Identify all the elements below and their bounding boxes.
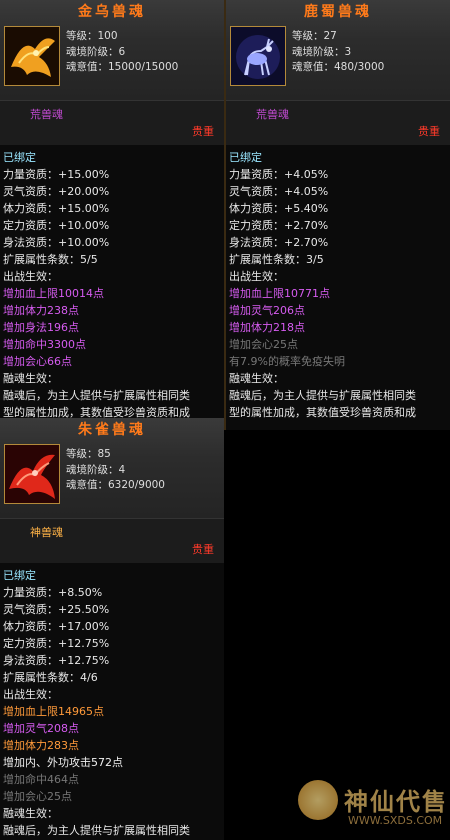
battle-effect: 增加灵气206点 <box>229 304 305 317</box>
beast-soul-card-lushu: 鹿蜀兽魂 等级：27 魂境阶级：3 魂意值：480/3000 荒兽魂 贵重 已绑… <box>226 0 450 430</box>
vermilion-bird-icon[interactable] <box>4 444 60 504</box>
realm-text: 魂境阶级：4 <box>66 463 126 476</box>
attr-agility: 身法资质：+2.70% <box>229 236 329 249</box>
spirit-deer-icon[interactable] <box>230 26 286 86</box>
attr-agility: 身法资质：+12.75% <box>3 654 110 667</box>
attr-strength: 力量资质：+15.00% <box>3 168 110 181</box>
card-body: 已绑定 力量资质：+15.00% 灵气资质：+20.00% 体力资质：+15.0… <box>0 145 224 421</box>
card-title: 朱雀兽魂 <box>78 422 146 438</box>
attr-spirit: 灵气资质：+4.05% <box>229 185 329 198</box>
golden-bird-icon[interactable] <box>4 26 60 86</box>
card-type-band: 荒兽魂 贵重 <box>0 100 224 145</box>
soul-type-label: 荒兽魂 <box>30 108 63 121</box>
mascot-logo-icon <box>298 780 338 820</box>
battle-effect: 增加会心25点 <box>3 790 72 803</box>
battle-effect: 增加会心66点 <box>3 355 72 368</box>
attr-strength: 力量资质：+4.05% <box>229 168 329 181</box>
card-type-band: 荒兽魂 贵重 <box>226 100 450 145</box>
battle-effect: 增加命中464点 <box>3 773 79 786</box>
soul-value-text: 魂意值：6320/9000 <box>66 479 165 491</box>
battle-effect: 增加体力238点 <box>3 304 79 317</box>
attr-focus: 定力资质：+2.70% <box>229 219 329 232</box>
bound-status: 已绑定 <box>229 151 262 164</box>
ext-attr-count: 扩展属性条数：4/6 <box>3 671 98 684</box>
watermark-name: 神仙代售 <box>344 787 448 816</box>
card-header: 鹿蜀兽魂 等级：27 魂境阶级：3 魂意值：480/3000 <box>226 0 450 100</box>
merge-desc: 融魂后，为主人提供与扩展属性相同类 <box>3 389 190 402</box>
battle-effect: 增加命中3300点 <box>3 338 86 351</box>
beast-soul-card-jinwu: 金乌兽魂 等级：100 魂境阶级：6 魂意值：15000/15000 荒兽魂 贵… <box>0 0 224 430</box>
card-title: 金乌兽魂 <box>78 4 146 20</box>
merge-desc: 融魂后，为主人提供与扩展属性相同类 <box>229 389 416 402</box>
rarity-label: 贵重 <box>192 543 214 556</box>
card-title: 鹿蜀兽魂 <box>304 4 372 20</box>
attr-strength: 力量资质：+8.50% <box>3 586 103 599</box>
merge-desc: 型的属性加成，其数值受珍兽资质和成 <box>229 406 416 419</box>
realm-text: 魂境阶级：6 <box>66 45 126 58</box>
battle-effect: 增加血上限10014点 <box>3 287 104 300</box>
battle-effect: 增加体力218点 <box>229 321 305 334</box>
rarity-label: 贵重 <box>418 125 440 138</box>
soul-type-label: 神兽魂 <box>30 526 63 539</box>
battle-label: 出战生效： <box>3 270 58 283</box>
beast-soul-card-zhuque: 朱雀兽魂 等级：85 魂境阶级：4 魂意值：6320/9000 神兽魂 贵重 已… <box>0 418 224 840</box>
level-text: 等级：100 <box>66 30 118 42</box>
attr-stamina: 体力资质：+15.00% <box>3 202 110 215</box>
battle-effect: 增加身法196点 <box>3 321 79 334</box>
level-text: 等级：85 <box>66 448 111 460</box>
watermark-url: WWW.SXDS.COM <box>348 814 443 827</box>
realm-text: 魂境阶级：3 <box>292 45 352 58</box>
merge-label: 融魂生效： <box>229 372 284 385</box>
bound-status: 已绑定 <box>3 569 36 582</box>
merge-desc: 融魂后，为主人提供与扩展属性相同类 <box>3 824 190 837</box>
attr-focus: 定力资质：+12.75% <box>3 637 110 650</box>
soul-type-label: 荒兽魂 <box>256 108 289 121</box>
attr-stamina: 体力资质：+17.00% <box>3 620 110 633</box>
attr-stamina: 体力资质：+5.40% <box>229 202 329 215</box>
level-text: 等级：27 <box>292 30 337 42</box>
soul-value-text: 魂意值：15000/15000 <box>66 61 179 73</box>
merge-label: 融魂生效： <box>3 807 58 820</box>
card-type-band: 神兽魂 贵重 <box>0 518 224 563</box>
card-body: 已绑定 力量资质：+8.50% 灵气资质：+25.50% 体力资质：+17.00… <box>0 563 224 839</box>
bound-status: 已绑定 <box>3 151 36 164</box>
battle-label: 出战生效： <box>229 270 284 283</box>
attr-spirit: 灵气资质：+20.00% <box>3 185 110 198</box>
attr-spirit: 灵气资质：+25.50% <box>3 603 110 616</box>
battle-effect: 增加体力283点 <box>3 739 79 752</box>
battle-effect: 增加会心25点 <box>229 338 298 351</box>
battle-effect: 增加内、外功攻击572点 <box>3 756 123 769</box>
ext-attr-count: 扩展属性条数：5/5 <box>3 253 98 266</box>
card-body: 已绑定 力量资质：+4.05% 灵气资质：+4.05% 体力资质：+5.40% … <box>226 145 450 421</box>
battle-label: 出战生效： <box>3 688 58 701</box>
battle-effect: 增加灵气208点 <box>3 722 79 735</box>
attr-agility: 身法资质：+10.00% <box>3 236 110 249</box>
battle-effect: 有7.9%的概率免疫失明 <box>229 355 345 368</box>
card-header: 朱雀兽魂 等级：85 魂境阶级：4 魂意值：6320/9000 <box>0 418 224 518</box>
battle-effect: 增加血上限14965点 <box>3 705 104 718</box>
merge-label: 融魂生效： <box>3 372 58 385</box>
ext-attr-count: 扩展属性条数：3/5 <box>229 253 324 266</box>
card-header: 金乌兽魂 等级：100 魂境阶级：6 魂意值：15000/15000 <box>0 0 224 100</box>
rarity-label: 贵重 <box>192 125 214 138</box>
site-watermark: 神仙代售 WWW.SXDS.COM <box>298 778 448 832</box>
battle-effect: 增加血上限10771点 <box>229 287 330 300</box>
attr-focus: 定力资质：+10.00% <box>3 219 110 232</box>
soul-value-text: 魂意值：480/3000 <box>292 61 385 73</box>
